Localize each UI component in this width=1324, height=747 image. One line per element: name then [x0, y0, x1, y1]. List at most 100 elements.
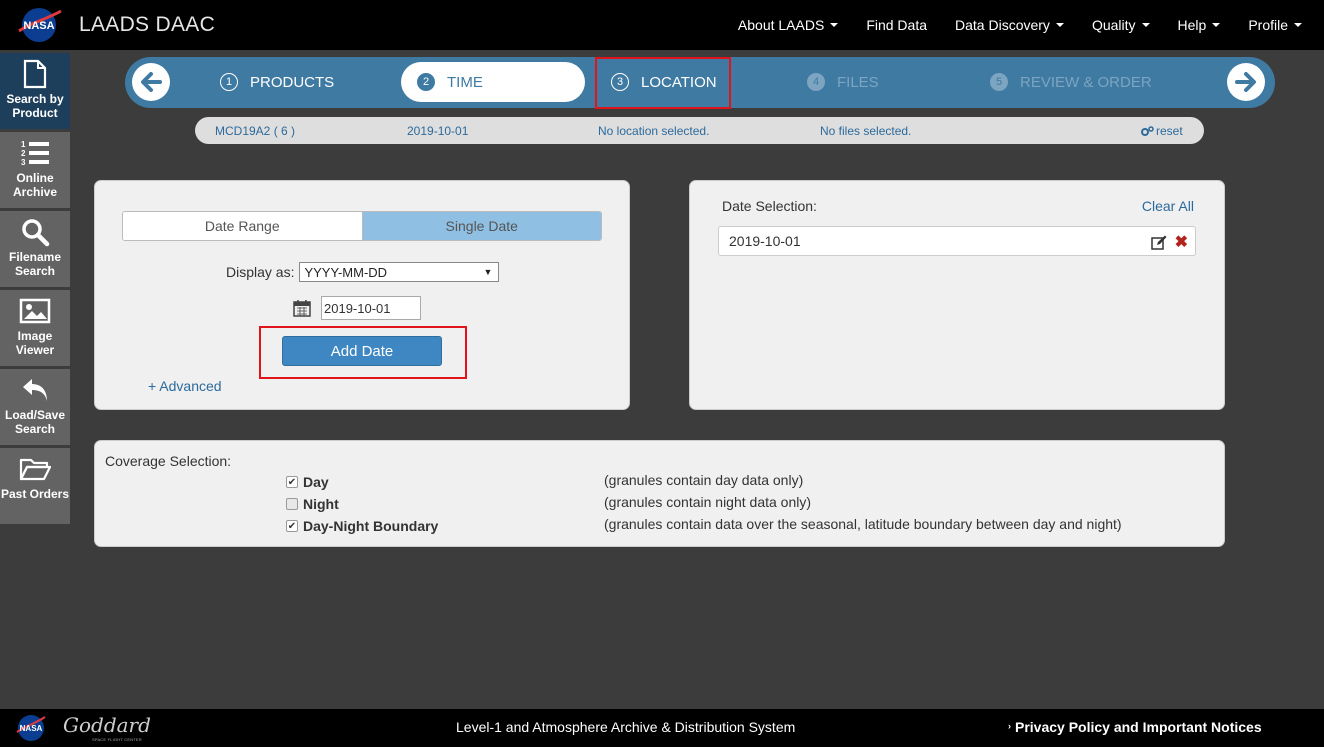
location-step-highlight	[595, 57, 731, 109]
day-night-boundary-checkbox[interactable]: ✔	[286, 520, 298, 532]
svg-text:1: 1	[21, 140, 26, 149]
delete-icon[interactable]: ✖	[1175, 232, 1188, 252]
arrow-left-icon	[141, 72, 162, 92]
menu-data-discovery[interactable]: Data Discovery	[941, 17, 1078, 33]
nasa-footer-logo-icon[interactable]: NASA	[16, 713, 46, 743]
selected-date-value: 2019-10-01	[729, 233, 801, 249]
summary-files[interactable]: No files selected.	[820, 124, 911, 138]
arrow-right-icon	[1235, 72, 1256, 92]
edit-icon[interactable]	[1151, 235, 1167, 250]
step-number: 1	[220, 73, 238, 91]
menu-label: Data Discovery	[955, 17, 1050, 33]
menu-about-laads[interactable]: About LAADS	[724, 17, 852, 33]
previous-step-button[interactable]	[132, 63, 170, 101]
coverage-option-name: Day	[303, 474, 329, 490]
sidebar-item-past-orders[interactable]: Past Orders	[0, 448, 70, 524]
add-date-highlight	[259, 326, 467, 379]
gears-icon	[1141, 125, 1154, 136]
date-selection-panel: Date Selection: Clear All 2019-10-01 ✖	[689, 180, 1225, 410]
menu-find-data[interactable]: Find Data	[852, 17, 941, 33]
sidebar-item-label: Image Viewer	[15, 329, 55, 357]
caret-down-icon	[1294, 23, 1302, 27]
advanced-link[interactable]: + Advanced	[148, 378, 222, 394]
menu-label: About LAADS	[737, 17, 825, 33]
coverage-day-option: ✔ Day	[286, 474, 329, 490]
date-input-row: 2019-10-01	[293, 296, 421, 320]
numbered-list-icon: 123	[19, 137, 51, 169]
night-checkbox[interactable]	[286, 498, 298, 510]
date-input[interactable]: 2019-10-01	[321, 296, 421, 320]
svg-text:NASA: NASA	[20, 724, 43, 733]
sidebar-item-label: Load/Save Search	[4, 408, 66, 436]
step-review-order[interactable]: 5 REVIEW & ORDER	[990, 62, 1152, 102]
calendar-icon[interactable]	[293, 299, 311, 317]
date-format-value: YYYY-MM-DD	[304, 264, 388, 280]
date-range-tab[interactable]: Date Range	[123, 212, 363, 240]
selection-summary-bar: MCD19A2 ( 6 ) 2019-10-01 No location sel…	[195, 117, 1204, 144]
display-as-label: Display as:	[226, 264, 295, 280]
reset-button[interactable]: reset	[1141, 124, 1183, 138]
coverage-option-desc: (granules contain night data only)	[604, 494, 812, 510]
menu-label: Help	[1177, 17, 1207, 33]
caret-down-icon	[1055, 23, 1064, 27]
sidebar-item-online-archive[interactable]: 123 Online Archive	[0, 132, 70, 208]
image-icon	[19, 295, 51, 327]
footer-system-name: Level-1 and Atmosphere Archive & Distrib…	[456, 719, 796, 735]
svg-text:2: 2	[21, 149, 26, 158]
summary-product[interactable]: MCD19A2 ( 6 )	[215, 124, 295, 138]
goddard-logo-subtitle: SPACE FLIGHT CENTER	[92, 737, 142, 742]
step-number: 2	[417, 73, 435, 91]
folder-icon	[19, 453, 51, 485]
nasa-logo-icon[interactable]: NASA	[17, 5, 63, 45]
sidebar-item-label: Search by Product	[6, 92, 64, 120]
app-title[interactable]: LAADS DAAC	[79, 13, 215, 37]
step-number: 5	[990, 73, 1008, 91]
sidebar-item-image-viewer[interactable]: Image Viewer	[0, 290, 70, 366]
caret-down-icon	[830, 23, 839, 27]
dropdown-arrow-icon: ▼	[483, 267, 493, 277]
summary-date[interactable]: 2019-10-01	[407, 124, 468, 138]
chevron-right-icon: ›	[1008, 721, 1011, 731]
selected-date-item: 2019-10-01 ✖	[718, 226, 1196, 256]
caret-down-icon	[1141, 23, 1150, 27]
undo-icon	[19, 374, 51, 406]
date-selection-label: Date Selection:	[722, 198, 817, 214]
menu-label: Quality	[1091, 17, 1136, 33]
coverage-selection-label: Coverage Selection:	[105, 453, 232, 469]
sidebar-item-filename-search[interactable]: Filename Search	[0, 211, 70, 287]
date-format-select[interactable]: YYYY-MM-DD ▼	[299, 262, 500, 282]
sidebar: Search by Product 123 Online Archive Fil…	[0, 53, 70, 527]
coverage-option-name: Day-Night Boundary	[303, 518, 439, 534]
next-step-button[interactable]	[1227, 63, 1265, 101]
step-time[interactable]: 2 TIME	[401, 62, 585, 102]
sidebar-item-label: Online Archive	[12, 171, 58, 199]
footer: NASA Goddard SPACE FLIGHT CENTER Level-1…	[0, 709, 1324, 747]
coverage-day-night-option: ✔ Day-Night Boundary	[286, 518, 438, 534]
display-as-row: Display as: YYYY-MM-DD ▼	[226, 262, 500, 282]
menu-quality[interactable]: Quality	[1078, 17, 1164, 33]
menu-label: Profile	[1248, 17, 1288, 33]
sidebar-item-search-by-product[interactable]: Search by Product	[0, 53, 70, 129]
step-label: TIME	[447, 73, 483, 91]
single-date-tab[interactable]: Single Date	[362, 212, 601, 240]
clear-all-button[interactable]: Clear All	[1142, 198, 1194, 214]
coverage-night-option: Night	[286, 496, 339, 512]
goddard-logo[interactable]: Goddard	[63, 713, 151, 737]
summary-location[interactable]: No location selected.	[598, 124, 709, 138]
step-files[interactable]: 4 FILES	[807, 62, 879, 102]
sidebar-item-label: Past Orders	[0, 487, 70, 501]
menu-profile[interactable]: Profile	[1234, 17, 1316, 33]
coverage-option-desc: (granules contain day data only)	[604, 472, 804, 488]
step-products[interactable]: 1 PRODUCTS	[220, 62, 334, 102]
privacy-policy-link[interactable]: › Privacy Policy and Important Notices	[1008, 719, 1262, 735]
day-checkbox[interactable]: ✔	[286, 476, 298, 488]
sidebar-item-label: Filename Search	[8, 250, 62, 278]
document-icon	[19, 58, 51, 90]
menu-label: Find Data	[866, 17, 928, 33]
menu-help[interactable]: Help	[1164, 17, 1235, 33]
svg-text:3: 3	[21, 158, 26, 167]
reset-label: reset	[1156, 124, 1183, 138]
coverage-option-name: Night	[303, 496, 339, 512]
caret-down-icon	[1212, 23, 1221, 27]
sidebar-item-load-save-search[interactable]: Load/Save Search	[0, 369, 70, 445]
